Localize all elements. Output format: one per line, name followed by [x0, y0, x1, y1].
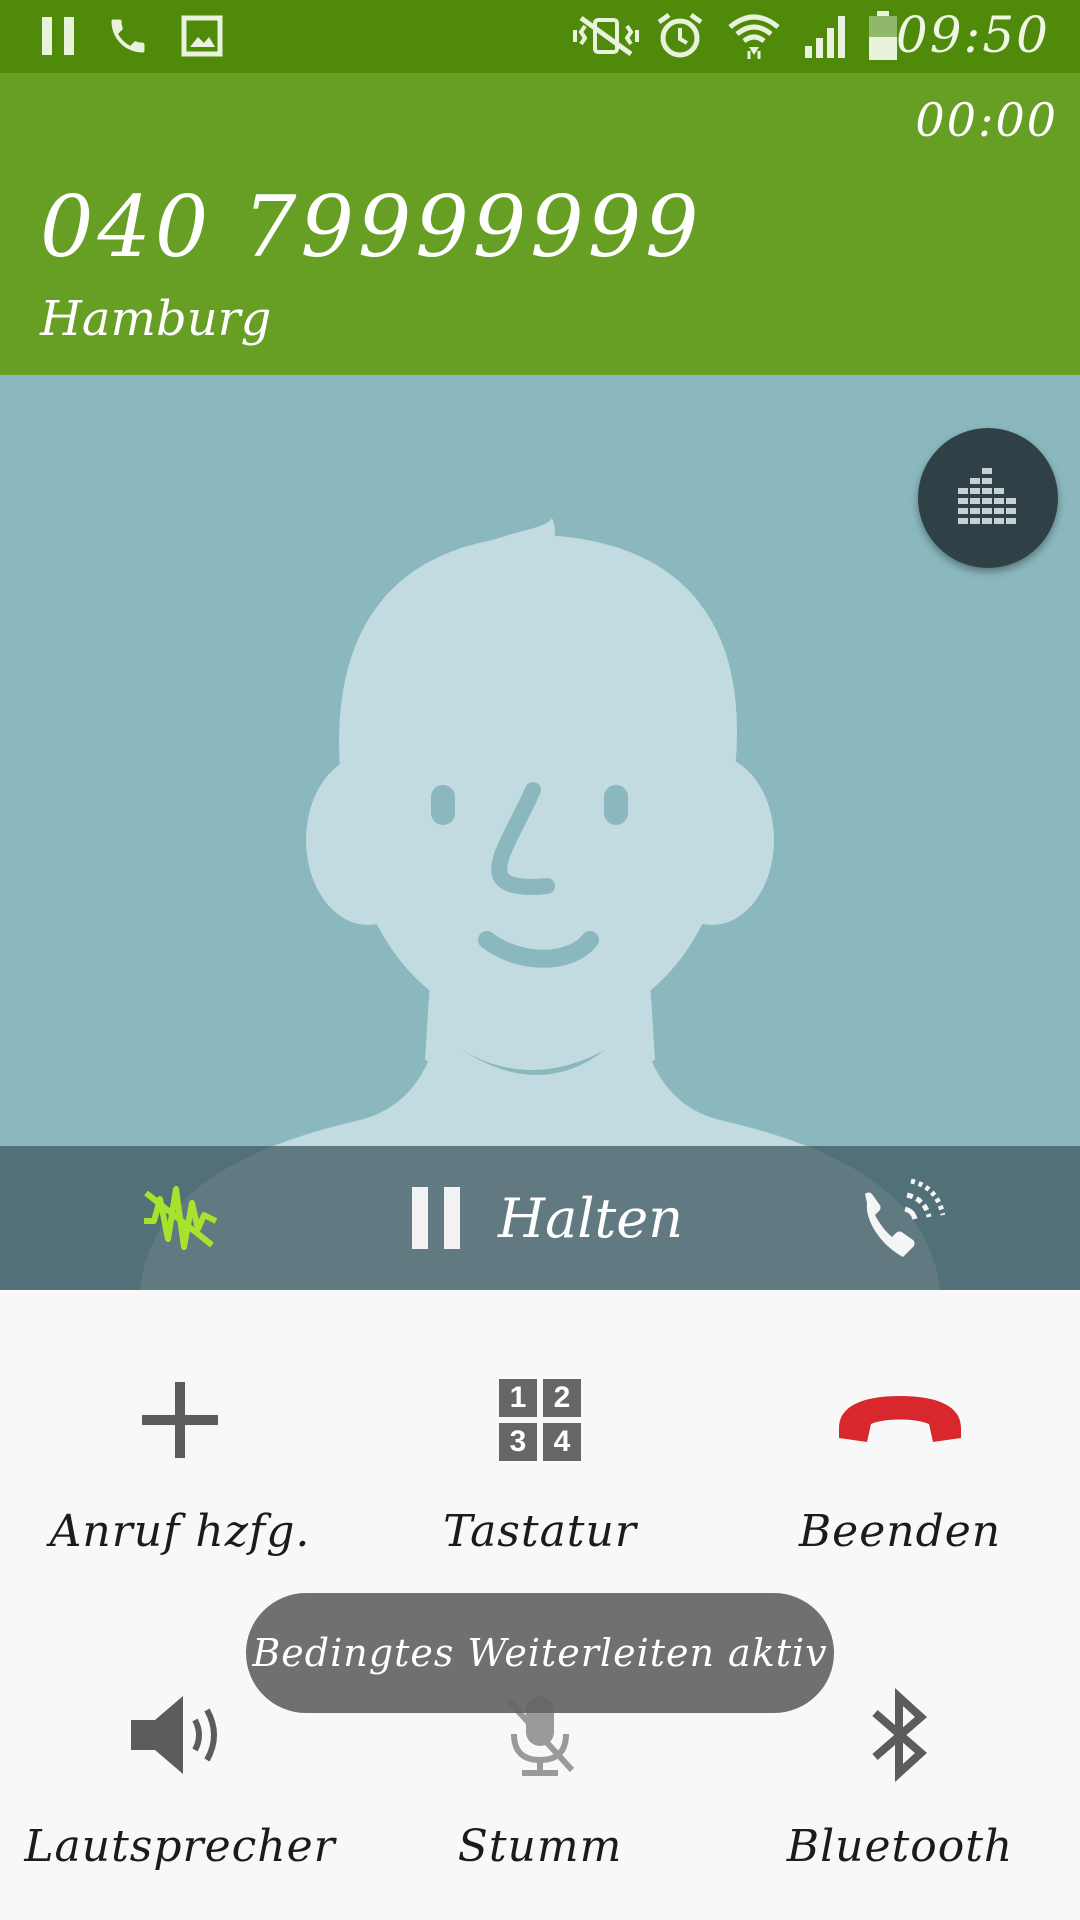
- bluetooth-button[interactable]: Bluetooth: [720, 1685, 1080, 1872]
- vibrate-mute-icon: [570, 12, 642, 60]
- keypad-icon: 1 2 3 4: [499, 1370, 581, 1470]
- phone-signal-icon: [865, 1178, 945, 1257]
- add-call-button[interactable]: Anruf hzfg.: [0, 1370, 360, 1557]
- add-call-label: Anruf hzfg.: [49, 1506, 311, 1557]
- wifi-icon: [726, 12, 782, 60]
- call-timer: 00:00: [915, 93, 1058, 147]
- speaker-label: Lautsprecher: [24, 1821, 336, 1872]
- keypad-digit: 4: [543, 1423, 581, 1461]
- battery-icon: [866, 11, 900, 60]
- speaker-icon: [125, 1685, 235, 1785]
- phone-icon: [104, 12, 152, 60]
- caller-number: 040 79999999: [40, 178, 703, 276]
- signal-icon: [800, 12, 850, 60]
- equalizer-button[interactable]: [918, 428, 1058, 568]
- toast-notification: Bedingtes Weiterleiten aktiv: [246, 1593, 834, 1713]
- plus-icon: [138, 1370, 222, 1470]
- end-call-label: Beenden: [798, 1506, 1002, 1557]
- voice-quality-button[interactable]: [852, 1172, 952, 1264]
- end-call-button[interactable]: Beenden: [720, 1370, 1080, 1557]
- status-bar: 09:50: [0, 0, 1080, 73]
- caller-location: Hamburg: [40, 291, 272, 347]
- alarm-icon: [654, 12, 706, 60]
- call-header: 00:00 040 79999999 Hamburg: [0, 73, 1080, 375]
- pause-icon: [34, 12, 82, 60]
- hold-pause-icon: [412, 1187, 460, 1249]
- keypad-digit: 3: [499, 1423, 537, 1461]
- keypad-button[interactable]: 1 2 3 4 Tastatur: [360, 1370, 720, 1557]
- keypad-label: Tastatur: [443, 1506, 637, 1557]
- noise-reduction-icon: [144, 1186, 218, 1250]
- gallery-icon: [178, 12, 226, 60]
- mute-button[interactable]: Stumm: [360, 1685, 720, 1872]
- status-time: 09:50: [895, 6, 1050, 64]
- end-call-icon: [835, 1370, 965, 1470]
- bluetooth-label: Bluetooth: [786, 1821, 1014, 1872]
- hold-button[interactable]: Halten: [410, 1168, 683, 1268]
- bluetooth-icon: [865, 1685, 935, 1785]
- equalizer-icon: [958, 468, 1016, 524]
- in-call-action-bar: Halten: [0, 1146, 1080, 1290]
- hold-label: Halten: [498, 1186, 683, 1250]
- noise-reduction-button[interactable]: [130, 1176, 230, 1260]
- mute-label: Stumm: [457, 1821, 623, 1872]
- speaker-button[interactable]: Lautsprecher: [0, 1685, 360, 1872]
- toast-message: Bedingtes Weiterleiten aktiv: [252, 1631, 828, 1675]
- keypad-digit: 1: [499, 1379, 537, 1417]
- keypad-digit: 2: [543, 1379, 581, 1417]
